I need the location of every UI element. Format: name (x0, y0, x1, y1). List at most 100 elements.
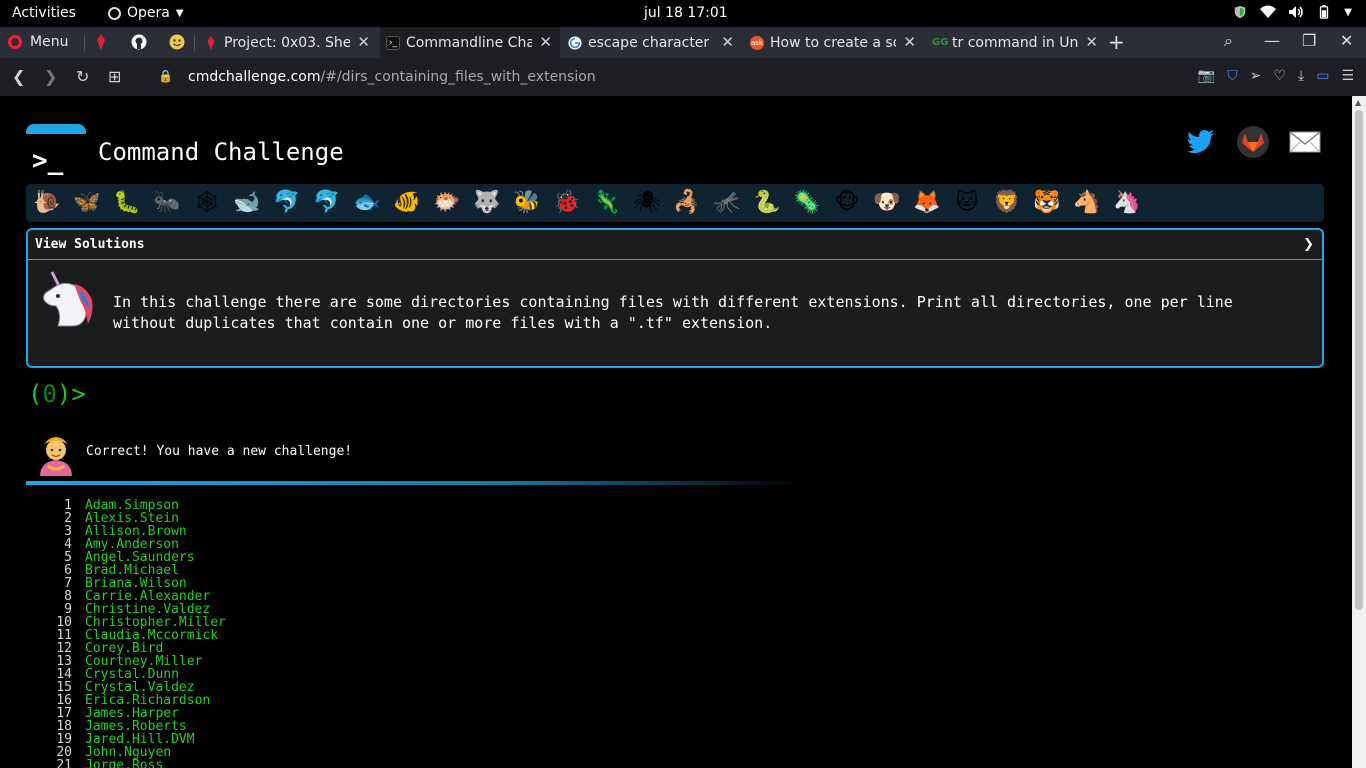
wifi-icon (1260, 5, 1277, 18)
scroll-up-icon[interactable]: ▲ (1355, 98, 1361, 107)
challenge-animal-icon[interactable]: 🦂 (672, 188, 702, 218)
challenge-animal-icon[interactable]: 🐬 (312, 188, 342, 218)
gitlab-icon (1242, 133, 1264, 152)
challenge-animal-icon[interactable]: 🐟 (352, 188, 382, 218)
mail-icon (1289, 131, 1321, 153)
pinned-tab-smiley[interactable] (168, 33, 186, 51)
new-tab-button[interactable]: + (1108, 30, 1125, 54)
challenge-animal-icon[interactable]: 🦊 (912, 188, 942, 218)
pinned-tab-github[interactable] (130, 33, 148, 51)
holberton-icon (97, 34, 105, 50)
tab-title: escape character li (588, 34, 714, 51)
email-link[interactable] (1289, 126, 1321, 158)
download-icon[interactable]: ⤓ (1298, 68, 1304, 84)
challenge-animal-icon[interactable]: 🐯 (1032, 188, 1062, 218)
close-tab-icon[interactable]: ✕ (1085, 33, 1098, 51)
pinned-tab-holberton[interactable] (92, 33, 110, 51)
challenge-animal-icon[interactable]: 🐍 (752, 188, 782, 218)
challenge-animal-icon[interactable]: 🦋 (72, 188, 102, 218)
maximize-icon[interactable]: ❐ (1302, 31, 1316, 50)
minimize-icon[interactable]: — (1264, 31, 1280, 50)
challenge-animal-icon[interactable]: 🦟 (712, 188, 742, 218)
easy-setup-icon[interactable]: ☰ (1341, 68, 1354, 84)
tab-project-shell[interactable]: Project: 0x03. Shell ✕ (198, 27, 378, 58)
challenge-animal-icon[interactable]: 🐱 (952, 188, 982, 218)
tab-tr-command[interactable]: GG tr command in Uni ✕ (926, 27, 1106, 58)
battery-saver-icon[interactable]: ▭ (1316, 68, 1329, 84)
challenge-animal-icon[interactable]: 🐶 (872, 188, 902, 218)
camera-icon[interactable]: 📷 (1198, 68, 1215, 84)
challenge-animal-icon[interactable]: 🐝 (512, 188, 542, 218)
command-prompt[interactable]: (0)> (28, 380, 86, 408)
tab-divider (84, 35, 85, 51)
challenge-animal-icon[interactable]: 🐵 (832, 188, 862, 218)
github-icon (131, 34, 147, 50)
forward-icon[interactable]: ❯ (44, 67, 57, 86)
send-icon[interactable]: ➢ (1250, 68, 1262, 84)
tab-how-to-create[interactable]: ask How to create a so ✕ (744, 27, 924, 58)
solutions-panel: View Solutions ❯ In this challenge there… (26, 228, 1324, 368)
challenge-animal-icon[interactable]: 🦁 (992, 188, 1022, 218)
challenge-animal-icon[interactable]: 🐋 (232, 188, 262, 218)
line-number: 6 (64, 563, 72, 578)
address-bar-actions: 📷 ⛉ ➢ ♡ ⤓ ▭ ☰ (1198, 68, 1354, 84)
heart-icon[interactable]: ♡ (1273, 68, 1286, 84)
genie-avatar-icon (34, 432, 78, 476)
clock[interactable]: jul 18 17:01 (644, 5, 728, 21)
challenge-animal-icon[interactable]: 🦄 (1112, 188, 1142, 218)
challenge-animal-icon[interactable]: 🦠 (792, 188, 822, 218)
site-logo[interactable]: >_ (26, 124, 86, 182)
smiley-icon (169, 34, 185, 50)
challenge-animal-icon[interactable]: 🐬 (272, 188, 302, 218)
holberton-icon (207, 35, 215, 50)
url-field[interactable]: cmdchallenge.com/#/dirs_containing_files… (188, 69, 596, 85)
gitlab-link[interactable] (1237, 126, 1269, 158)
prompt-open-paren: ( (28, 380, 43, 408)
close-tab-icon[interactable]: ✕ (539, 33, 552, 51)
opera-app-icon (108, 6, 121, 20)
challenge-animal-icon[interactable]: 🐛 (112, 188, 142, 218)
challenge-animal-icon[interactable]: 🐡 (432, 188, 462, 218)
close-window-icon[interactable]: ✕ (1340, 31, 1353, 50)
challenge-progress-bar: 🐌 🦋 🐛 🐜 🕸 🐋 🐬 🐬 🐟 🐠 🐡 🐺 🐝 🐞 🦎 🕷 🦂 🦟 🐍 🦠 🐵 🐶 🦊 🐱 🦁 🐯 🐴 🦄 (26, 184, 1324, 222)
challenge-animal-icon[interactable]: 🐌 (32, 188, 62, 218)
scrollbar-thumb[interactable] (1355, 110, 1363, 610)
app-menu[interactable]: Opera ▼ (108, 5, 184, 21)
system-tray[interactable]: ▼ (1232, 5, 1352, 19)
reload-icon[interactable]: ↻ (76, 67, 89, 86)
google-icon (568, 35, 582, 50)
line-number: 3 (64, 524, 72, 539)
opera-logo-icon (8, 35, 22, 49)
activities-button[interactable]: Activities (12, 5, 76, 21)
twitter-link[interactable] (1185, 126, 1217, 158)
tab-escape-character[interactable]: escape character li ✕ (562, 27, 742, 58)
battery-icon (1320, 5, 1329, 19)
view-solutions-toggle[interactable]: View Solutions ❯ (28, 230, 1322, 260)
close-tab-icon[interactable]: ✕ (903, 33, 916, 51)
lock-icon[interactable]: 🔒 (158, 69, 173, 83)
line-number: 4 (64, 537, 72, 552)
speed-dial-icon[interactable]: ⊞ (108, 67, 121, 86)
challenge-animal-icon[interactable]: 🐺 (472, 188, 502, 218)
challenge-animal-icon[interactable]: 🕷 (632, 188, 662, 218)
page-scrollbar[interactable]: ▲ (1352, 96, 1366, 768)
app-menu-label: Opera (127, 5, 170, 21)
geeksforgeeks-icon: GG (932, 36, 949, 48)
close-tab-icon[interactable]: ✕ (357, 33, 370, 51)
challenge-animal-icon[interactable]: 🐴 (1072, 188, 1102, 218)
challenge-animal-icon[interactable]: 🕸 (192, 188, 222, 218)
opera-menu-button[interactable]: Menu (8, 34, 68, 50)
challenge-animal-icon[interactable]: 🐠 (392, 188, 422, 218)
back-icon[interactable]: ❮ (12, 67, 25, 86)
close-tab-icon[interactable]: ✕ (721, 33, 734, 51)
tab-title: Commandline Cha (406, 34, 532, 51)
challenge-animal-icon[interactable]: 🐞 (552, 188, 582, 218)
challenge-animal-icon[interactable]: 🦎 (592, 188, 622, 218)
tab-title: Project: 0x03. Shell (224, 34, 350, 51)
caret-down-icon: ▼ (175, 7, 184, 19)
tab-commandline-challenge[interactable]: ›_ Commandline Cha ✕ (380, 27, 560, 58)
challenge-animal-icon[interactable]: 🐜 (152, 188, 182, 218)
volume-icon (1289, 6, 1304, 18)
adblock-shield-icon[interactable]: ⛉ (1227, 68, 1238, 84)
search-tabs-icon[interactable]: ⌕ (1224, 31, 1233, 51)
